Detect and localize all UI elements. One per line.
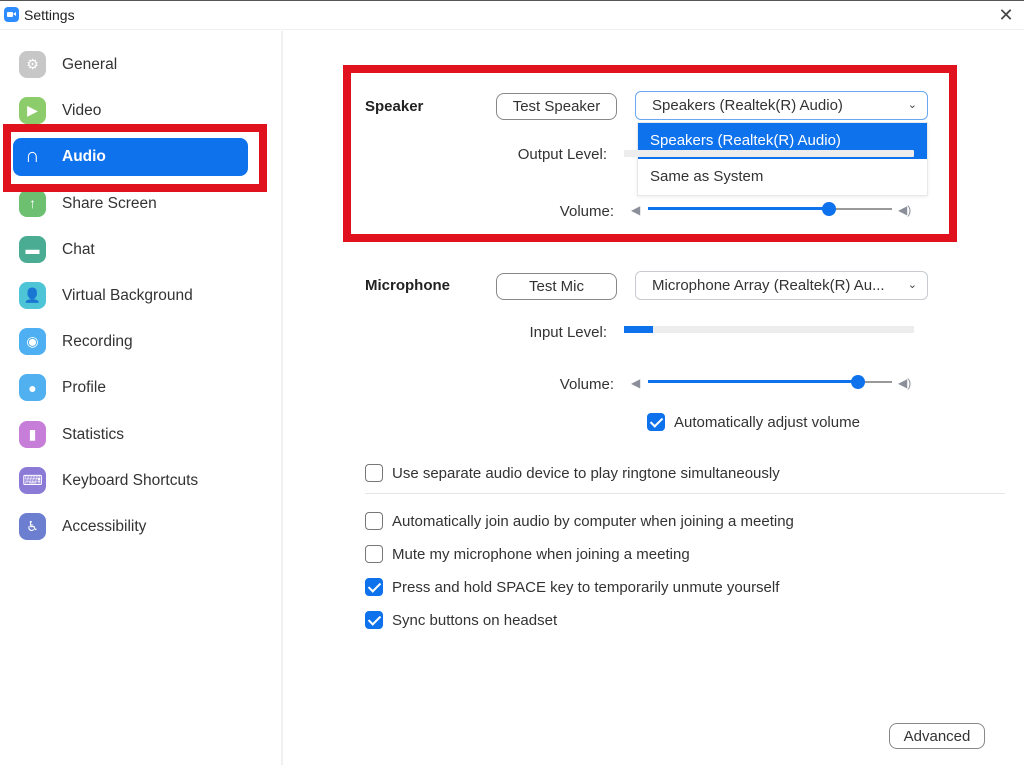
sidebar-item-label: Keyboard Shortcuts: [62, 471, 199, 489]
test-speaker-button[interactable]: Test Speaker: [496, 93, 617, 120]
mic-volume-label: Volume:: [559, 376, 614, 393]
option-checkbox[interactable]: [365, 578, 383, 596]
chevron-down-icon: ⌄: [907, 99, 917, 111]
sidebar-item-label: Chat: [62, 240, 95, 258]
auto-adjust-volume-checkbox-row[interactable]: Automatically adjust volume: [647, 413, 860, 431]
volume-high-icon: ◀): [898, 376, 912, 390]
section-divider: [365, 493, 1005, 494]
volume-high-icon: ◀): [898, 203, 912, 217]
input-level-label: Input Level:: [529, 324, 607, 341]
advanced-button[interactable]: Advanced: [889, 723, 985, 749]
video-camera-icon: ▶: [19, 97, 46, 125]
chevron-down-icon: ⌄: [907, 279, 917, 291]
sidebar-item-audio[interactable]: ∩ Audio: [13, 138, 248, 177]
sidebar-item-accessibility[interactable]: ♿ Accessibility: [13, 508, 248, 546]
sidebar-item-label: Recording: [62, 333, 133, 351]
mic-volume-slider[interactable]: [648, 374, 892, 390]
option-checkbox[interactable]: [365, 611, 383, 629]
sidebar-item-keyboard-shortcuts[interactable]: ⌨ Keyboard Shortcuts: [13, 462, 248, 500]
speaker-title: Speaker: [365, 98, 424, 115]
test-mic-button[interactable]: Test Mic: [496, 273, 617, 300]
option-checkbox[interactable]: [365, 512, 383, 530]
output-level-label: Output Level:: [517, 146, 607, 163]
input-level-fill: [624, 326, 653, 333]
close-icon[interactable]: ✕: [996, 5, 1016, 25]
virtual-background-icon: 👤: [19, 282, 46, 309]
option-checkbox-row[interactable]: Sync buttons on headset: [365, 611, 557, 629]
sidebar-item-label: Video: [62, 102, 102, 120]
keyboard-icon: ⌨: [19, 466, 46, 494]
option-checkbox-row[interactable]: Automatically join audio by computer whe…: [365, 512, 794, 530]
sidebar-item-recording[interactable]: ◉ Recording: [13, 323, 248, 361]
gear-icon: ⚙: [19, 51, 46, 78]
separate-ringtone-checkbox-row[interactable]: Use separate audio device to play ringto…: [365, 464, 780, 482]
sidebar-item-video[interactable]: ▶ Video: [13, 92, 248, 130]
speaker-device-value: Speakers (Realtek(R) Audio): [652, 97, 843, 114]
separate-ringtone-label: Use separate audio device to play ringto…: [392, 464, 780, 482]
sidebar-item-share-screen[interactable]: ↑ Share Screen: [13, 185, 248, 223]
title-bar: Settings ✕: [0, 0, 1024, 30]
sidebar: ⚙ General ▶ Video ∩ Audio ↑ Share Screen ▬ Chat 👤 V…: [0, 31, 283, 765]
sidebar-item-label: Virtual Background: [62, 287, 193, 304]
option-checkbox[interactable]: [365, 545, 383, 563]
recording-icon: ◉: [19, 328, 46, 356]
zoom-app-icon: [4, 7, 19, 22]
output-level-meter: [624, 150, 914, 157]
sidebar-item-chat[interactable]: ▬ Chat: [13, 231, 248, 269]
slider-thumb[interactable]: [850, 375, 865, 389]
share-screen-icon: ↑: [19, 189, 46, 217]
statistics-icon: ▮: [19, 420, 46, 448]
profile-icon: ●: [19, 374, 46, 402]
auto-adjust-volume-checkbox[interactable]: [647, 413, 665, 431]
volume-low-icon: ◀: [631, 203, 641, 217]
headphones-icon: ∩: [25, 145, 40, 168]
chat-bubble-icon: ▬: [19, 235, 46, 263]
sidebar-item-label: Accessibility: [62, 518, 147, 535]
dropdown-option[interactable]: Same as System: [638, 159, 927, 195]
option-checkbox-row[interactable]: Press and hold SPACE key to temporarily …: [365, 578, 779, 596]
sidebar-item-general[interactable]: ⚙ General: [13, 46, 248, 84]
auto-adjust-volume-label: Automatically adjust volume: [674, 413, 860, 431]
sidebar-item-statistics[interactable]: ▮ Statistics: [13, 416, 248, 454]
speaker-volume-slider[interactable]: [648, 201, 892, 217]
slider-fill: [648, 207, 829, 210]
sidebar-item-label: Profile: [62, 379, 106, 397]
sidebar-item-profile[interactable]: ● Profile: [13, 369, 248, 407]
option-label: Automatically join audio by computer whe…: [392, 512, 794, 530]
sidebar-item-label: Share Screen: [62, 194, 157, 212]
slider-thumb[interactable]: [821, 202, 836, 216]
input-level-meter: [624, 326, 914, 333]
sidebar-item-label: Statistics: [62, 425, 125, 443]
speaker-volume-label: Volume:: [559, 203, 614, 220]
speaker-device-dropdown: Speakers (Realtek(R) Audio) Same as Syst…: [637, 122, 928, 196]
sidebar-item-label: Audio: [62, 148, 106, 166]
sidebar-item-label: General: [62, 56, 118, 73]
speaker-device-select[interactable]: Speakers (Realtek(R) Audio) ⌄: [635, 91, 928, 120]
option-label: Mute my microphone when joining a meetin…: [392, 545, 690, 563]
slider-fill: [648, 380, 858, 383]
audio-settings-panel: Speaker Test Speaker Speakers (Realtek(R…: [285, 31, 1024, 765]
option-label: Sync buttons on headset: [392, 611, 558, 629]
window-title: Settings: [24, 7, 75, 23]
separate-ringtone-checkbox[interactable]: [365, 464, 383, 482]
sidebar-item-virtual-background[interactable]: 👤 Virtual Background: [13, 277, 248, 315]
microphone-title: Microphone: [365, 277, 450, 294]
volume-low-icon: ◀: [631, 376, 641, 390]
option-label: Press and hold SPACE key to temporarily …: [392, 578, 780, 596]
accessibility-icon: ♿: [19, 513, 46, 540]
microphone-device-select[interactable]: Microphone Array (Realtek(R) Au... ⌄: [635, 271, 928, 300]
microphone-device-value: Microphone Array (Realtek(R) Au...: [652, 277, 885, 294]
option-checkbox-row[interactable]: Mute my microphone when joining a meetin…: [365, 545, 690, 563]
